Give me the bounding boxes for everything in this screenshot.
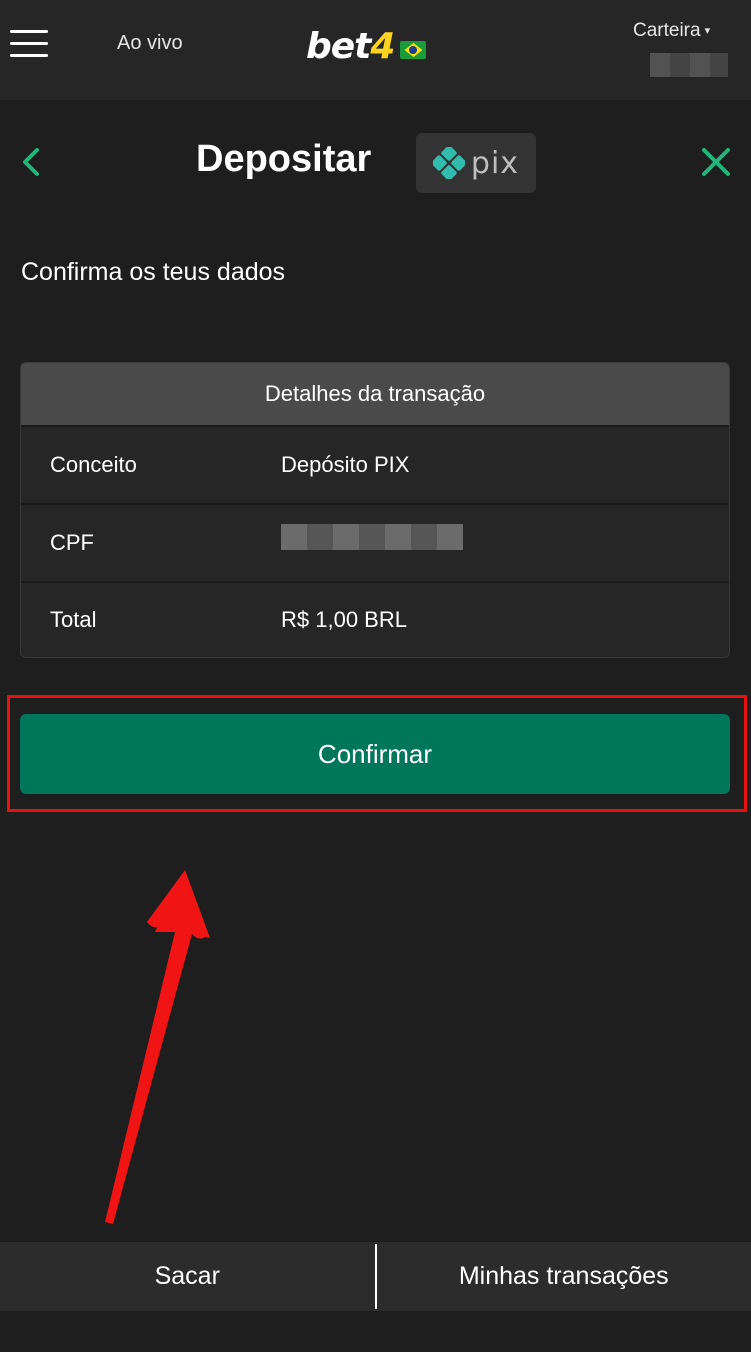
row-label: Conceito xyxy=(50,452,137,477)
brand-logo[interactable]: bet4 xyxy=(306,24,427,68)
close-button[interactable] xyxy=(697,143,735,181)
row-value: Depósito PIX xyxy=(281,452,410,477)
withdraw-tab[interactable]: Sacar xyxy=(0,1242,375,1311)
logo-text: bet4 xyxy=(306,25,395,67)
confirm-data-heading: Confirma os teus dados xyxy=(21,258,286,286)
top-app-bar: Ao vivo bet4 Carteira ▾ xyxy=(0,0,751,100)
live-link[interactable]: Ao vivo xyxy=(117,32,183,55)
row-label: Total xyxy=(50,607,97,632)
chevron-left-icon xyxy=(23,148,39,176)
wallet-balance-redacted xyxy=(650,53,728,77)
wallet-dropdown[interactable]: Carteira ▾ xyxy=(633,20,710,42)
wallet-label: Carteira xyxy=(633,20,701,41)
table-row: Conceito Depósito PIX xyxy=(21,425,729,503)
pix-logo: pix xyxy=(416,133,536,193)
confirm-button[interactable]: Confirmar xyxy=(20,714,730,794)
pix-diamond-icon xyxy=(432,147,465,179)
table-row: CPF xyxy=(21,503,729,581)
row-label: CPF xyxy=(50,530,94,555)
arrow-annotation xyxy=(105,870,210,1224)
pix-wordmark: pix xyxy=(470,145,520,181)
bottom-nav: Sacar Minhas transações xyxy=(0,1242,751,1311)
chevron-down-icon: ▾ xyxy=(704,25,711,38)
brazil-flag-icon xyxy=(400,41,427,59)
card-header: Detalhes da transação xyxy=(21,363,729,425)
cpf-value-redacted xyxy=(281,524,463,556)
transaction-details-card: Detalhes da transação Conceito Depósito … xyxy=(20,362,730,658)
menu-icon[interactable] xyxy=(10,28,48,58)
row-value: R$ 1,00 BRL xyxy=(281,607,407,632)
my-transactions-tab[interactable]: Minhas transações xyxy=(377,1242,751,1311)
close-icon xyxy=(702,148,730,176)
table-row: Total R$ 1,00 BRL xyxy=(21,581,729,657)
back-button[interactable] xyxy=(14,143,48,181)
page-title: Depositar xyxy=(196,138,372,180)
bottom-safe-area xyxy=(0,1311,751,1352)
